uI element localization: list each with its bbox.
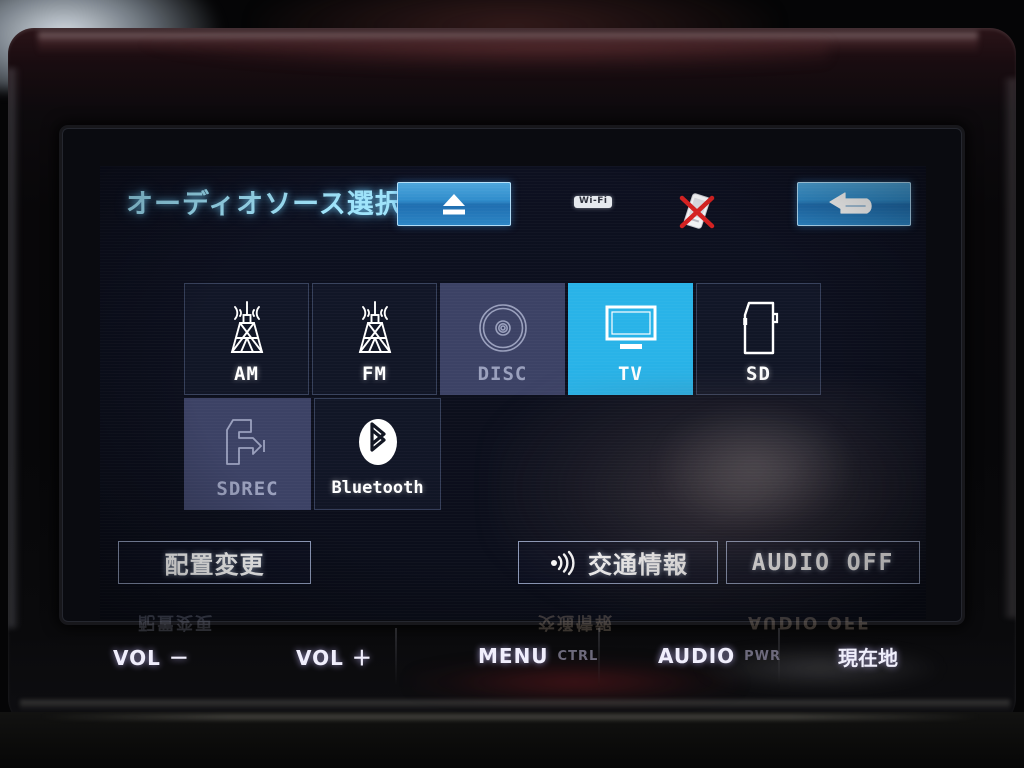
source-label: SDREC xyxy=(216,478,279,500)
hardkey-divider xyxy=(395,628,397,686)
hardkey-sublabel: PWR xyxy=(744,648,782,664)
source-label: DISC xyxy=(477,363,528,385)
bluetooth-icon xyxy=(352,412,404,474)
radio-tower-icon xyxy=(346,297,404,359)
eject-button[interactable] xyxy=(397,182,511,226)
source-label: SD xyxy=(746,363,771,385)
source-tile-sd[interactable]: SD xyxy=(696,283,821,395)
source-tile-bluetooth[interactable]: Bluetooth xyxy=(314,398,441,510)
hardkey-audio[interactable]: AUDIO PWR xyxy=(658,634,781,678)
hardkey-row: VOL － VOL ＋ MENU CTRL AUDIO PWR 現在地 xyxy=(8,634,1016,696)
bezel-specular-highlight-secondary xyxy=(128,42,828,72)
source-grid-row-2: SDREC Bluetooth xyxy=(184,398,824,510)
hardkey-label: AUDIO xyxy=(658,644,736,668)
hardkey-menu[interactable]: MENU CTRL xyxy=(478,634,598,678)
sd-card-icon xyxy=(735,297,783,359)
change-layout-label: 配置変更 xyxy=(164,551,265,579)
hardkey-divider xyxy=(778,628,780,686)
screen-header: オーディオソース選択 Wi-Fi xyxy=(100,166,926,240)
sd-record-icon xyxy=(217,412,279,474)
hardkey-volume-down[interactable]: VOL － xyxy=(113,634,190,678)
hardkey-label: MENU xyxy=(478,644,549,668)
return-arrow-icon xyxy=(829,192,872,214)
broadcast-wave-icon xyxy=(551,550,575,575)
source-grid-row-1: AM FM DISC TV SD xyxy=(184,283,824,395)
page-title: オーディオソース選択 xyxy=(126,189,403,220)
source-tile-fm[interactable]: FM xyxy=(312,283,437,395)
back-button[interactable] xyxy=(797,182,911,226)
touchscreen-display[interactable]: オーディオソース選択 Wi-Fi AM FM DISC TV SD SDREC … xyxy=(100,166,926,620)
disc-icon xyxy=(473,297,533,359)
bezel-right-edge-highlight xyxy=(1002,78,1016,618)
source-label: FM xyxy=(362,363,387,385)
hardkey-current-location[interactable]: 現在地 xyxy=(838,634,898,678)
hardkey-divider xyxy=(598,628,600,686)
traffic-info-button[interactable]: 交通情報 xyxy=(518,541,718,584)
source-label: Bluetooth xyxy=(331,478,424,498)
hardkey-label: 現在地 xyxy=(838,645,898,670)
source-tile-sdrec[interactable]: SDREC xyxy=(184,398,311,510)
bezel-left-edge-highlight xyxy=(8,68,20,628)
hardkey-volume-up[interactable]: VOL ＋ xyxy=(296,634,373,678)
source-tile-disc[interactable]: DISC xyxy=(440,283,565,395)
audio-off-label: AUDIO OFF xyxy=(751,549,895,576)
traffic-info-label: 交通情報 xyxy=(588,551,688,579)
source-tile-tv[interactable]: TV xyxy=(568,283,693,395)
radio-tower-icon xyxy=(218,297,276,359)
eject-icon xyxy=(443,194,465,215)
hardkey-label: VOL ＋ xyxy=(296,645,373,670)
audio-source-grid: AM FM DISC TV SD SDREC Bluetooth xyxy=(184,283,824,510)
dashboard-lower-panel xyxy=(0,712,1024,768)
hardkey-sublabel: CTRL xyxy=(557,648,599,664)
dashboard-trim-highlight xyxy=(40,714,980,720)
source-tile-am[interactable]: AM xyxy=(184,283,309,395)
television-icon xyxy=(599,297,663,359)
wifi-status-badge: Wi-Fi xyxy=(574,196,613,208)
audio-off-button[interactable]: AUDIO OFF xyxy=(726,541,920,584)
source-label: TV xyxy=(618,363,643,385)
phone-disconnected-icon xyxy=(679,193,715,229)
car-head-unit-photo: オーディオソース選択 Wi-Fi AM FM DISC TV SD SDREC … xyxy=(0,0,1024,768)
source-label: AM xyxy=(234,363,259,385)
hardkey-label: VOL － xyxy=(113,645,190,670)
change-layout-button[interactable]: 配置変更 xyxy=(118,541,311,584)
console-trim xyxy=(20,700,1010,710)
